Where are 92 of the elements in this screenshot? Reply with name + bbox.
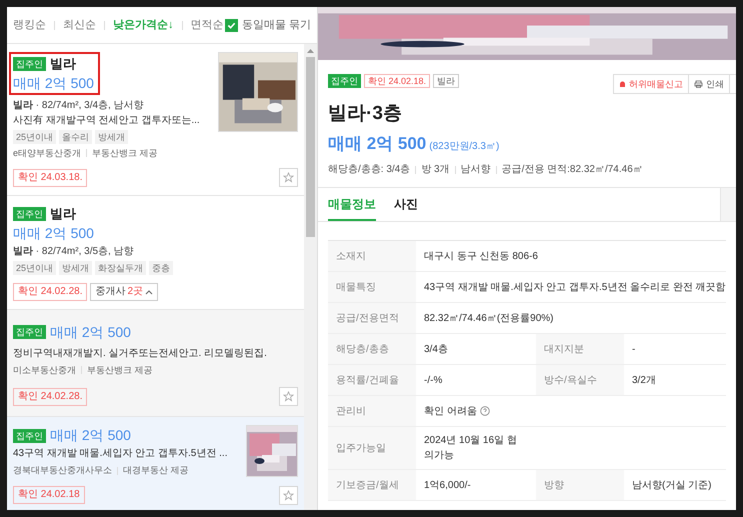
agents-toggle[interactable]: 중개사 2곳 — [90, 282, 158, 300]
report-button[interactable]: 허위매물신고 — [614, 75, 689, 93]
siren-icon — [619, 80, 626, 88]
owner-badge: 집주인 — [328, 74, 361, 88]
listing-description: 사진有 재개발구역 전세안고 갭투자또는... — [13, 114, 201, 128]
listing-summary: 빌라 · 82/74m², 3/4층, 남서향 — [13, 98, 145, 112]
help-icon[interactable] — [480, 406, 490, 416]
info-label: 방향 — [536, 470, 624, 500]
info-value: 대구시 동구 신천동 806-6 — [424, 250, 538, 264]
feature-tag: 화장실두개 — [95, 260, 146, 274]
feature-tag: 중층 — [149, 260, 174, 274]
info-value: 82.32㎡/74.46㎡(전용률90%) — [424, 312, 554, 326]
agent-name: e태양부동산중개 — [13, 146, 82, 160]
info-value: 2024년 10월 16일 협 의가능 — [424, 434, 517, 463]
listing-price[interactable]: 매매 2억 500 — [13, 74, 94, 92]
fact-item: 공급/전용 면적:82.32㎡/74.46㎡ — [502, 163, 643, 177]
star-icon — [283, 490, 294, 500]
owner-badge: 집주인 — [13, 428, 46, 442]
info-label: 용적률/건폐율 — [328, 365, 416, 395]
favorite-button[interactable] — [279, 387, 298, 406]
provider-name: 대경부동산 제공 — [123, 464, 189, 477]
listing-description: 43구역 재개발 매물.세입자 안고 갭투자.5년전 ... — [13, 447, 228, 461]
feature-tag: 방세개 — [95, 130, 128, 144]
sort-option[interactable]: 면적순 — [190, 16, 224, 34]
info-label: 대지지분 — [536, 334, 624, 364]
listing-card[interactable]: 집주인 매매 2억 500 43구역 재개발 매물.세입자 안고 갭투자.5년전 ... 경북대부동산중개사무소 대경부동산 제공 확인 24.02.18 — [7, 417, 304, 510]
listing-price[interactable]: 매매 2억 500 — [50, 425, 131, 446]
sort-option[interactable]: 랭킹순 — [13, 16, 46, 34]
print-button[interactable]: 인쇄 — [689, 75, 729, 93]
detail-tab[interactable]: 매물정보 — [328, 188, 376, 221]
printer-icon — [694, 80, 703, 88]
star-icon — [283, 172, 294, 183]
star-icon — [283, 391, 294, 402]
fact-item: 방 3개 — [421, 163, 450, 177]
group-checkbox[interactable]: 동일매물 묶기 — [224, 16, 311, 34]
info-value: 3/4층 — [424, 342, 448, 356]
owner-badge: 집주인 — [13, 325, 46, 339]
owner-badge: 집주인 — [13, 206, 46, 221]
info-label: 매물특징 — [328, 272, 416, 302]
fact-item: 해당층/총층: 3/4층 — [328, 163, 410, 177]
agents-label: 중개사 — [95, 284, 126, 298]
listing-price[interactable]: 매매 2억 500 — [13, 224, 298, 242]
sort-option[interactable]: 최신순 — [63, 16, 96, 34]
feature-tag: 방세개 — [59, 260, 92, 274]
feature-tag: 25년이내 — [13, 130, 56, 144]
confirmed-date: 확인 24.02.28. — [13, 388, 88, 406]
feature-tag: 올수리 — [59, 130, 92, 144]
sort-option[interactable]: 낮은가격순↓ — [113, 16, 174, 34]
confirmed-date: 확인 24.02.28. — [13, 282, 88, 300]
fact-item: 남서향 — [460, 163, 491, 177]
feature-tag: 25년이내 — [13, 260, 56, 274]
listing-price[interactable]: 매매 2억 500 — [50, 322, 131, 342]
agents-count: 2곳 — [127, 284, 144, 298]
info-label: 해당층/총층 — [328, 334, 416, 364]
check-icon — [226, 20, 236, 30]
info-label: 공급/전용면적 — [328, 303, 416, 333]
listing-summary: 빌라 · 82/74m², 3/5층, 남향 — [13, 244, 135, 258]
info-value: 1억6,000/- — [424, 478, 471, 492]
scroll-up-icon[interactable] — [307, 48, 314, 53]
listing-description: 정비구역내재개발지. 실거주또는전세안고. 리모델링된집. — [13, 346, 268, 360]
checkbox-label: 동일매물 묶기 — [242, 18, 311, 33]
owner-badge: 집주인 — [13, 56, 46, 71]
info-label: 관리비 — [328, 396, 416, 426]
confirmed-date: 확인 24.02.18 — [13, 486, 85, 504]
scroll-thumb[interactable] — [306, 57, 315, 237]
favorite-button[interactable] — [279, 168, 298, 187]
confirmed-date: 확인 24.03.18. — [13, 168, 88, 186]
agent-name: 미소부동산중개 — [13, 364, 76, 376]
info-label: 기보증금/월세 — [328, 470, 416, 500]
provider-name: 부동산뱅크 제공 — [92, 146, 158, 160]
info-value: - — [632, 342, 636, 356]
listing-title: 빌라 — [50, 55, 76, 73]
scrollbar[interactable] — [304, 44, 317, 510]
info-value: 3/2개 — [632, 374, 656, 388]
detail-tab[interactable]: 사진 — [394, 188, 418, 221]
checkbox[interactable] — [224, 18, 238, 32]
confirmed-date: 확인 24.02.18. — [364, 74, 430, 88]
listing-title: 빌라 — [50, 205, 76, 223]
type-badge: 빌라 — [433, 74, 460, 88]
favorite-button[interactable] — [279, 486, 298, 504]
agent-name: 경북대부동산중개사무소 — [13, 464, 112, 477]
unit-price: (823만원/3.3㎡) — [429, 140, 500, 154]
provider-name: 부동산뱅크 제공 — [87, 364, 153, 376]
info-label: 소재지 — [328, 241, 416, 271]
info-label: 방수/욕실수 — [536, 365, 624, 395]
detail-price: 매매 2억 500 — [328, 132, 426, 154]
info-value: 43구역 재개발 매물.세입자 안고 갭투자.5년전 올수리로 완전 깨끗함 — [424, 280, 726, 294]
info-value: 확인 어려움 — [424, 404, 477, 418]
detail-title: 빌라·3층 — [328, 102, 403, 126]
info-value: 남서향(거실 기준) — [632, 478, 712, 492]
info-value: -/-% — [424, 374, 442, 388]
info-label: 입주가능일 — [328, 427, 416, 469]
